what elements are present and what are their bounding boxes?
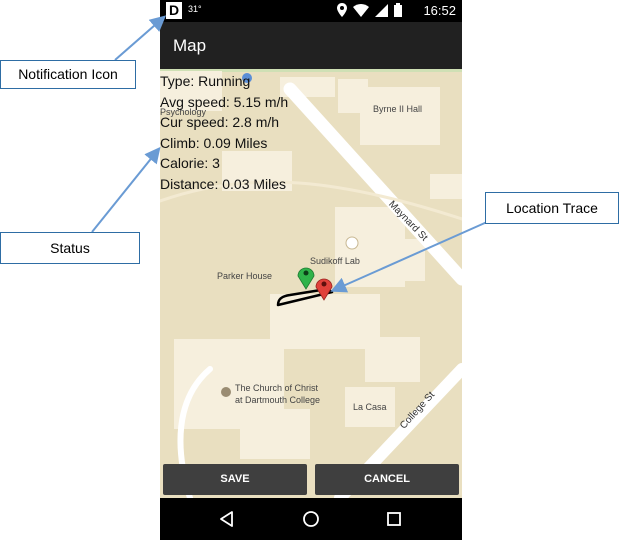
location-icon (337, 3, 347, 17)
map-label-byrne: Byrne II Hall (373, 104, 423, 114)
callout-status: Status (0, 232, 140, 264)
building-sudikoff-annex (370, 239, 425, 281)
map-label-church-line1: The Church of Christ (235, 383, 319, 393)
church-icon (221, 387, 231, 397)
building-east (365, 337, 420, 382)
app-bar: Map (160, 22, 462, 69)
status-distance: Distance: 0.03 Miles (160, 175, 287, 192)
map-label-sudikoff: Sudikoff Lab (310, 256, 360, 266)
app-notification-icon[interactable]: D (166, 2, 182, 19)
callout-status-label: Status (50, 240, 90, 256)
temperature-text: 31° (188, 4, 202, 14)
battery-icon (394, 3, 402, 17)
clock-text: 16:52 (423, 3, 456, 18)
button-row: SAVE CANCEL (160, 462, 462, 498)
status-bar: D 31° 16:52 (160, 0, 462, 22)
app-title: Map (173, 36, 207, 55)
cancel-button[interactable]: CANCEL (315, 464, 459, 495)
status-panel: Type: Running Avg speed: 5.15 m/h Cur sp… (160, 71, 380, 194)
status-calorie: Calorie: 3 (160, 155, 220, 171)
map-label-la-casa: La Casa (353, 402, 387, 412)
map-label-church-line2: at Dartmouth College (235, 395, 321, 405)
status-type: Type: Running (160, 73, 251, 89)
building-church-wing (240, 409, 310, 459)
map-label-parker: Parker House (217, 271, 273, 281)
school-icon (345, 236, 359, 250)
recents-icon[interactable] (384, 509, 404, 529)
signal-icon (375, 3, 388, 17)
save-button[interactable]: SAVE (163, 464, 307, 495)
home-icon[interactable] (301, 509, 321, 529)
arrow-notification (114, 15, 167, 61)
back-icon[interactable] (217, 509, 237, 529)
status-cur-speed: Cur speed: 2.8 m/h (160, 114, 280, 130)
callout-location-trace: Location Trace (485, 192, 619, 224)
navigation-bar (160, 498, 462, 540)
callout-notification-icon: Notification Icon (0, 60, 136, 89)
status-icons (337, 3, 402, 17)
callout-notification-label: Notification Icon (18, 66, 118, 82)
status-avg-speed: Avg speed: 5.15 m/h (160, 93, 289, 110)
phone-screen: D 31° 16:52 Map Psychology Byrne II Hall… (160, 0, 462, 540)
building-far-east (430, 174, 462, 199)
wifi-icon (353, 3, 369, 17)
arrow-status (91, 146, 161, 233)
status-climb: Climb: 0.09 Miles (160, 134, 268, 151)
callout-location-trace-label: Location Trace (506, 200, 598, 216)
